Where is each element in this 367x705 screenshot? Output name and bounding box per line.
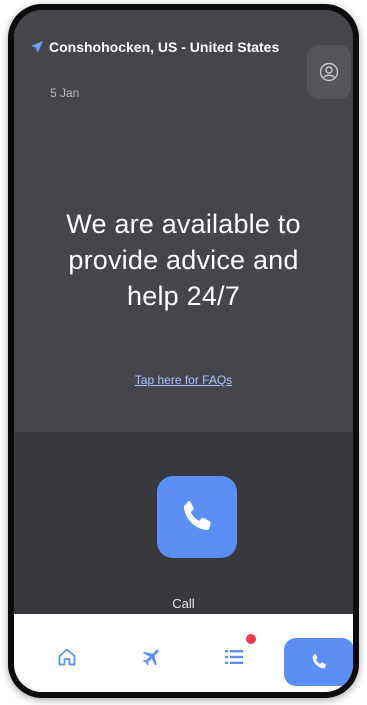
tab-home[interactable]: [54, 644, 80, 670]
tab-list[interactable]: [221, 644, 247, 670]
headline-line-1: We are available to: [66, 209, 301, 239]
phone-icon: [312, 654, 326, 669]
headline-line-2: provide advice and: [68, 245, 299, 275]
home-icon: [58, 648, 76, 666]
tab-call[interactable]: [284, 638, 353, 686]
phone-icon: [183, 501, 211, 531]
availability-headline: We are available to provide advice and h…: [14, 206, 353, 314]
headline-line-3: help 24/7: [127, 281, 240, 311]
app-screen: Conshohocken, US - United States 5 Jan W…: [14, 10, 353, 692]
faq-link[interactable]: Tap here for FAQs: [14, 373, 353, 387]
location-block[interactable]: Conshohocken, US - United States: [30, 38, 289, 56]
airplane-icon: [142, 649, 159, 666]
tab-flights[interactable]: [139, 644, 165, 670]
call-button[interactable]: [157, 476, 237, 558]
notification-badge: [246, 634, 256, 644]
call-label: Call: [172, 596, 195, 611]
location-name: Conshohocken, US - United States: [49, 39, 280, 55]
user-icon: [319, 62, 339, 82]
profile-button[interactable]: [307, 45, 351, 99]
bottom-tab-bar: [14, 614, 353, 692]
location-date: 5 Jan: [50, 86, 80, 100]
list-icon: [225, 650, 243, 664]
location-arrow-icon: [31, 41, 43, 53]
